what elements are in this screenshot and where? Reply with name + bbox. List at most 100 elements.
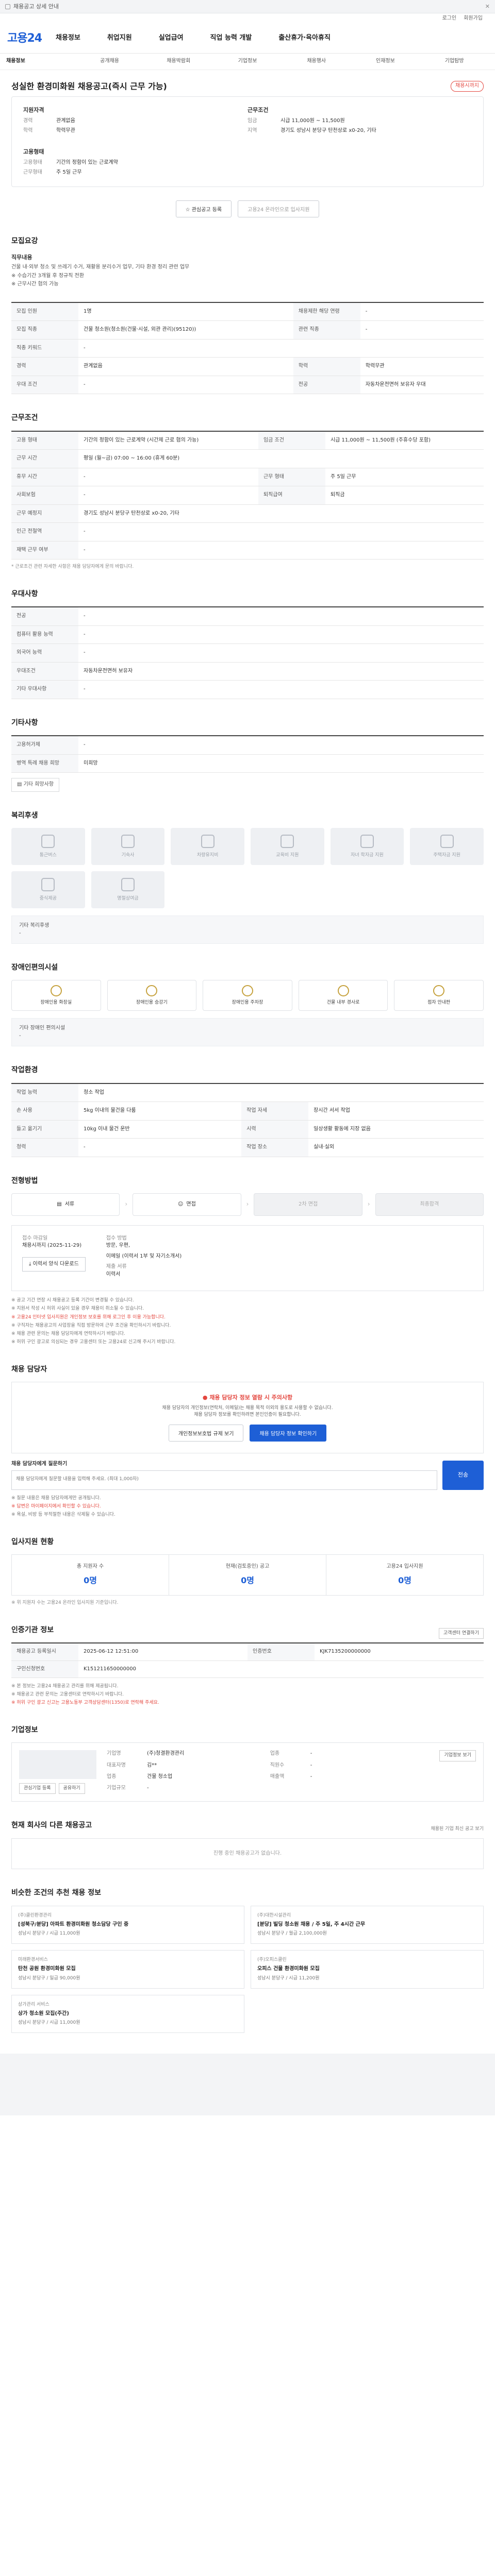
subnav-item[interactable]: 채용정보 xyxy=(6,58,75,65)
subnav-item[interactable]: 공개채용 xyxy=(75,58,144,65)
work-env-table: 작업 능력 청소 작업 손 사용 5kg 이내의 물건을 다룸 작업 자세 장시간 서서… xyxy=(11,1082,484,1157)
etc-section: 기타사항 고용허가제 - 병역 특례 채용 희망 미희망 ▤ 기타 희망사항 xyxy=(6,718,489,792)
gnb-item[interactable]: 출산휴가·육아휴직 xyxy=(278,33,331,43)
other-more-link[interactable]: 채용된 기업 최신 공고 보기 xyxy=(431,1826,484,1833)
manager-alert: ● 채용 담당자 정보 열람 시 주의사항 xyxy=(202,1394,293,1401)
qa-box: 채용 담당자에게 질문하기 전송 xyxy=(11,1461,484,1490)
company-box: 관심기업 등록 공유하기 기업명 (주)청결환경관리 업종 - 대표자명 김** 직원수 -… xyxy=(11,1742,484,1802)
selection-section: 전형방법 ▤ 서류 › ☺ 면접 › 2차 면접 › 최종합격 접수 마감일 채용시… xyxy=(6,1176,489,1346)
interest-company-button[interactable]: 관심기업 등록 xyxy=(19,1783,56,1794)
bus-icon xyxy=(41,834,55,848)
interest-button[interactable]: ☆ 관심공고 등록 xyxy=(175,200,232,218)
step-item: ▤ 서류 xyxy=(11,1193,120,1216)
subnav-item[interactable]: 기업정보 xyxy=(213,58,282,65)
header: 고용24 채용정보 취업지원 실업급여 직업 능력 개발 출산휴가·육아휴직 xyxy=(0,24,495,54)
subnav-item[interactable]: 채용행사 xyxy=(282,58,351,65)
list-item[interactable]: (주)오피스클린 오피스 건물 환경미화원 모집 성남시 분당구 / 시급 11,2… xyxy=(251,1950,484,1989)
notice-text: 채용공고 상세 안내 xyxy=(13,3,59,10)
duty-line: ※ 근무시간 협의 가능 xyxy=(11,281,59,287)
apply-info-box: 접수 마감일 채용시까지 (2025-11-29) ⤓ 이력서 양식 다운로드 … xyxy=(11,1225,484,1292)
company-logo xyxy=(19,1750,96,1780)
table-row: 작업 능력 청소 작업 xyxy=(11,1083,484,1103)
table-row: 컴퓨터 활용 능력 - xyxy=(11,625,484,645)
qa-label: 채용 담당자에게 질문하기 xyxy=(11,1461,68,1467)
kv-key: 근무형태 xyxy=(23,169,42,175)
privacy-law-button[interactable]: 개인정보보호법 규제 보기 xyxy=(168,1425,244,1442)
send-question-button[interactable]: 전송 xyxy=(442,1461,484,1490)
company-detail-button[interactable]: 기업정보 보기 xyxy=(439,1750,476,1762)
question-input[interactable] xyxy=(11,1470,437,1490)
list-item[interactable]: (주)대한시설관리 [분당] 빌딩 청소원 채용 / 주 5일, 주 4시간 근무… xyxy=(251,1905,484,1944)
view-manager-button[interactable]: 채용 담당자 정보 확인하기 xyxy=(250,1425,327,1442)
facility-item: 점자 안내판 xyxy=(394,980,484,1011)
interest-label: 관심공고 등록 xyxy=(191,207,222,213)
duty-label: 직무내용 xyxy=(11,254,32,261)
gnb-item[interactable]: 채용정보 xyxy=(56,33,80,43)
manager-section: 채용 담당자 ● 채용 담당자 정보 열람 시 주의사항 채용 담당자의 개인정… xyxy=(6,1364,489,1518)
subnav-item[interactable]: 채용박람회 xyxy=(144,58,213,65)
duty-line: ※ 수습기간 3개월 후 정규직 전환 xyxy=(11,273,85,279)
subnav-item[interactable]: 인재정보 xyxy=(351,58,420,65)
mgmt-section: 인증기관 정보 고객센터 연결하기 채용공고 등록일시 2025-06-12 12… xyxy=(6,1625,489,1706)
step-item: ☺ 면접 xyxy=(133,1193,241,1216)
etc-table: 고용허가제 - 병역 특례 채용 희망 미희망 xyxy=(11,735,484,773)
star-icon: ☆ xyxy=(185,207,190,213)
kv-key: 고용형태 xyxy=(23,160,42,166)
other-jobs-section: 현재 회사의 다른 채용공고 채용된 기업 최신 공고 보기 진행 중인 채용공… xyxy=(6,1820,489,1870)
ramp-icon xyxy=(337,985,349,996)
gnb-item[interactable]: 직업 능력 개발 xyxy=(210,33,252,43)
facility-item: 장애인용 승강기 xyxy=(107,980,197,1011)
doc-icon: ▤ xyxy=(17,782,22,788)
chevron-right-icon: › xyxy=(367,1200,370,1208)
summary-head: 고용형태 xyxy=(23,148,44,156)
section-title: 비슷한 조건의 추천 채용 정보 xyxy=(11,1889,102,1897)
condition-table: 고용 형태 기간의 정함이 있는 근로계약 (시간제 근로 협의 가능) 임금 조건… xyxy=(11,430,484,560)
table-row: 병역 특례 채용 희망 미희망 xyxy=(11,754,484,773)
table-row: 고용 형태 기간의 정함이 있는 근로계약 (시간제 근로 협의 가능) 임금 조건… xyxy=(11,431,484,450)
welfare-item: 주택자금 지원 xyxy=(410,828,484,866)
welfare-item: 중식제공 xyxy=(11,871,85,909)
gnb-item[interactable]: 실업급여 xyxy=(159,33,184,43)
chevron-right-icon: › xyxy=(125,1200,128,1208)
summary-head: 지원자격 xyxy=(23,107,44,114)
logo[interactable]: 고용24 xyxy=(7,30,43,47)
company-section: 기업정보 관심기업 등록 공유하기 기업명 (주)청결환경관리 업종 - 대표자명 김*… xyxy=(6,1725,489,1802)
share-button[interactable]: 공유하기 xyxy=(58,1783,85,1794)
signup-link[interactable]: 회원가입 xyxy=(464,15,483,23)
people-icon: ☺ xyxy=(177,1201,184,1207)
etc-more-link[interactable]: ▤ 기타 희망사항 xyxy=(11,778,60,792)
list-item[interactable]: 상가관리 서비스 상가 청소원 모집(주간) 성남시 분당구 / 시급 11,000… xyxy=(11,1994,244,2033)
login-link[interactable]: 로그인 xyxy=(442,15,457,23)
welfare-etc-box: 기타 복리후생 - xyxy=(11,916,484,944)
prefer-table: 전공 - 컴퓨터 활용 능력 - 외국어 능력 - 우대조건 자동차운전면허 보유자 기… xyxy=(11,606,484,699)
list-item[interactable]: (주)클린환경관리 [성북구/분당] 아파트 환경미화원 청소담당 구인 중 성남시… xyxy=(11,1905,244,1944)
table-row: 모집 직종 건물 청소원(청소원(건물·시설, 외관 관리)(95120)) 관련 … xyxy=(11,320,484,340)
recruit-section: 모집요강 직무내용 건물 내·외부 청소 및 쓰레기 수거, 재활용 분리수거 … xyxy=(6,236,489,395)
qa-notes: ※ 질문 내용은 채용 담당자에게만 공개됩니다. ※ 답변은 마이페이지에서 … xyxy=(11,1495,116,1517)
section-title: 작업환경 xyxy=(11,1066,38,1075)
mgmt-table: 채용공고 등록일시 2025-06-12 12:51:00 인증번호 KJK71352… xyxy=(11,1642,484,1678)
parking-icon xyxy=(241,985,253,996)
checkbox-icon[interactable] xyxy=(5,4,10,9)
download-resume-button[interactable]: ⤓ 이력서 양식 다운로드 xyxy=(22,1257,86,1272)
list-item[interactable]: 미래환경서비스 탄천 공원 환경미화원 모집 성남시 분당구 / 일급 90,000… xyxy=(11,1950,244,1989)
welfare-section: 복리후생 통근버스 기숙사 차량유지비 교육비 지원 자녀 학자금 지원 주택자… xyxy=(6,810,489,944)
restroom-icon xyxy=(50,985,62,996)
step-item: 최종합격 xyxy=(375,1193,484,1216)
close-icon[interactable]: ✕ xyxy=(485,3,490,11)
welfare-item: 자녀 학자금 지원 xyxy=(330,828,404,866)
gnb-item[interactable]: 취업지원 xyxy=(107,33,132,43)
action-buttons: ☆ 관심공고 등록 고용24 온라인으로 입사지원 xyxy=(6,200,489,218)
section-title: 현재 회사의 다른 채용공고 xyxy=(11,1821,92,1830)
mgmt-notes: ※ 본 정보는 고용24 채용공고 관리를 위해 제공됩니다. ※ 채용공고 관… xyxy=(11,1684,159,1706)
apply-button[interactable]: 고용24 온라인으로 입사지원 xyxy=(238,200,320,218)
summary-head: 근무조건 xyxy=(248,107,269,114)
kv-key: 학력 xyxy=(23,127,33,133)
deadline-value: 채용시까지 (2025-11-29) xyxy=(22,1243,82,1249)
subnav-item[interactable]: 기업탐방 xyxy=(420,58,489,65)
work-env-section: 작업환경 작업 능력 청소 작업 손 사용 5kg 이내의 물건을 다룸 작업 자세 장… xyxy=(6,1065,489,1157)
document-icon: ▤ xyxy=(57,1201,62,1207)
contact-center-button[interactable]: 고객센터 연결하기 xyxy=(438,1628,484,1639)
section-title: 전형방법 xyxy=(11,1176,38,1185)
section-title: 근무조건 xyxy=(11,414,38,422)
